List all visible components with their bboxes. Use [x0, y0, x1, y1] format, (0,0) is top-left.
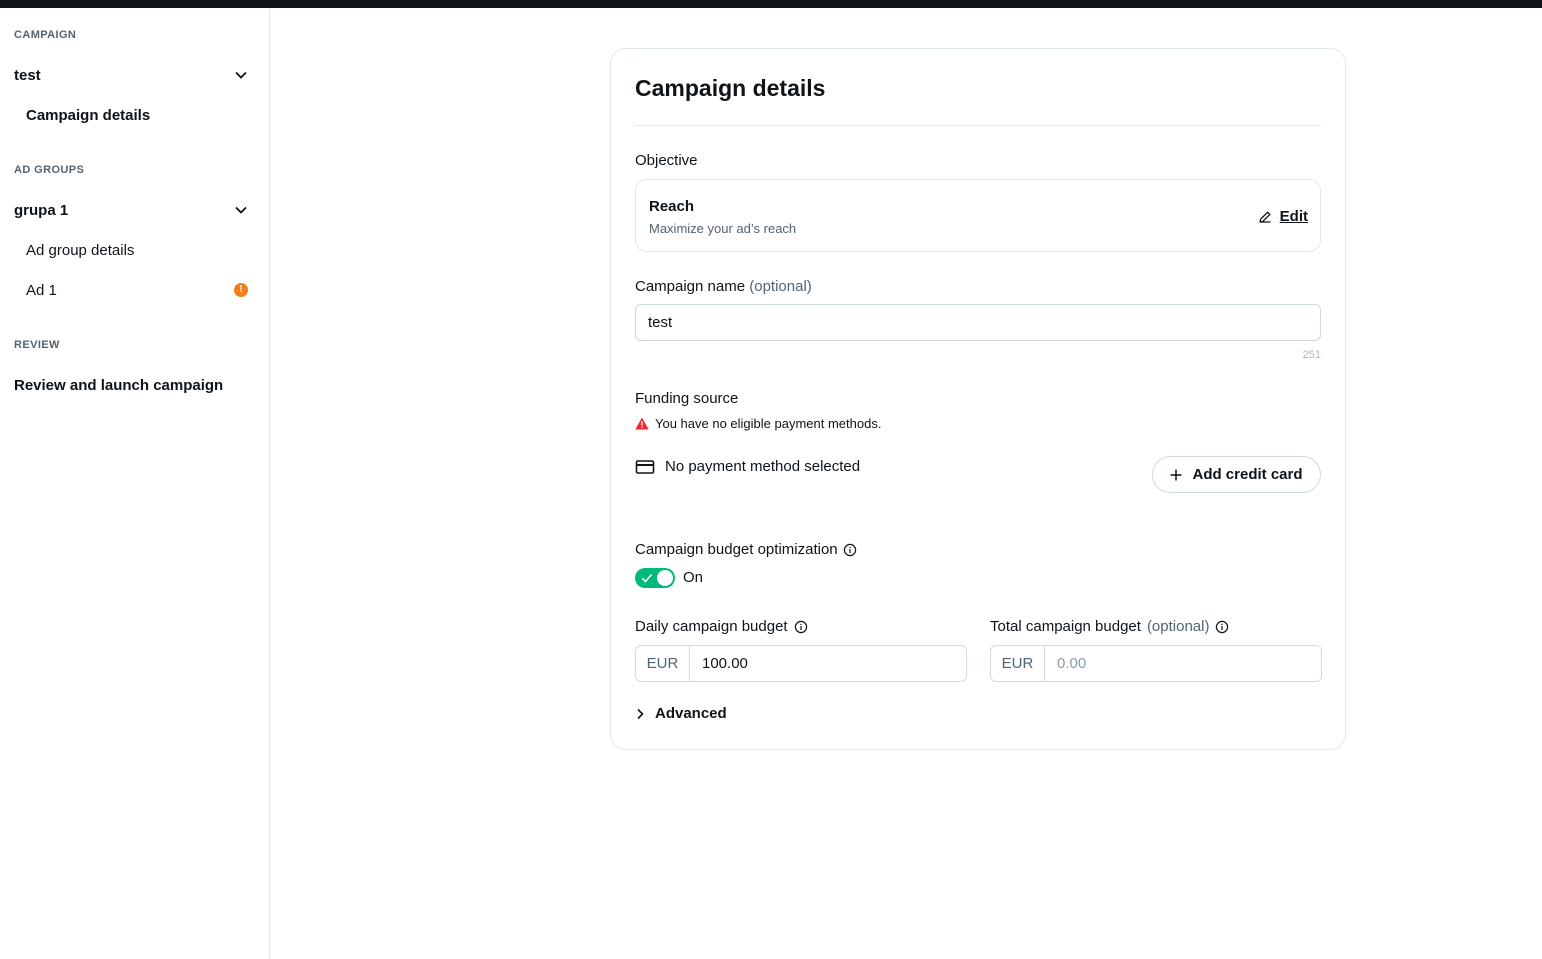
toggle-knob [657, 570, 673, 586]
objective-box: Reach Maximize your ad’s reach Edit [635, 179, 1321, 252]
section-label-ad-groups: AD GROUPS [14, 164, 85, 176]
cbo-label: Campaign budget optimization [635, 541, 857, 558]
sidebar-item-label: Ad group details [26, 241, 135, 259]
info-icon[interactable] [1215, 620, 1229, 634]
info-icon[interactable] [843, 543, 857, 557]
funding-source-label: Funding source [635, 390, 739, 407]
objective-description: Maximize your ad’s reach [649, 221, 797, 236]
section-label-campaign: CAMPAIGN [14, 29, 77, 41]
top-bar [0, 0, 1542, 8]
campaign-name-input[interactable] [635, 304, 1321, 341]
campaign-name-label-text: Campaign name [635, 278, 746, 295]
campaign-name-field-label: Campaign name (optional) [635, 278, 812, 295]
sidebar-item-adgroup[interactable]: grupa 1 [0, 192, 269, 228]
chevron-down-icon[interactable] [234, 203, 248, 217]
section-label-review: REVIEW [14, 339, 60, 351]
adgroup-name-label: grupa 1 [14, 201, 69, 219]
cbo-label-text: Campaign budget optimization [635, 541, 838, 558]
sidebar-item-label: Review and launch campaign [14, 376, 224, 394]
cbo-toggle[interactable] [635, 568, 675, 588]
alert-triangle-icon [635, 417, 649, 430]
optional-label: (optional) [1146, 618, 1210, 635]
char-counter: 251 [1302, 349, 1321, 361]
add-credit-card-label: Add credit card [1192, 466, 1303, 483]
funding-warning: You have no eligible payment methods. [635, 416, 881, 431]
divider [635, 125, 1321, 126]
sidebar-item-adgroup-details[interactable]: Ad group details [0, 232, 269, 268]
chevron-right-icon [637, 708, 644, 719]
funding-warning-text: You have no eligible payment methods. [655, 416, 882, 431]
sidebar-item-label: Ad 1 [26, 281, 57, 299]
check-icon [641, 573, 653, 583]
add-credit-card-button[interactable]: Add credit card [1152, 456, 1321, 493]
currency-label: EUR [991, 646, 1045, 681]
sidebar: CAMPAIGN test Campaign details AD GROUPS… [0, 8, 270, 959]
daily-budget-label: Daily campaign budget [635, 618, 808, 635]
payment-status-text: No payment method selected [665, 458, 861, 475]
sidebar-item-label: Campaign details [26, 106, 151, 124]
advanced-toggle[interactable]: Advanced [635, 705, 727, 722]
edit-objective-button[interactable]: Edit [1258, 208, 1308, 225]
payment-method-status: No payment method selected [635, 458, 860, 475]
campaign-name-label: test [14, 66, 41, 84]
warning-badge-icon: ! [234, 283, 248, 297]
campaign-details-card: Campaign details Objective Reach Maximiz… [610, 48, 1346, 750]
total-budget-field: EUR [990, 645, 1322, 682]
daily-budget-field: EUR [635, 645, 967, 682]
chevron-down-icon[interactable] [234, 68, 248, 82]
sidebar-item-review[interactable]: Review and launch campaign [0, 367, 269, 403]
objective-label: Objective [635, 152, 698, 169]
sidebar-item-campaign-details[interactable]: Campaign details [0, 97, 269, 133]
total-budget-input[interactable] [1045, 646, 1321, 681]
info-icon[interactable] [794, 620, 808, 634]
pencil-icon [1259, 211, 1271, 223]
optional-label: (optional) [749, 278, 812, 295]
total-budget-label: Total campaign budget (optional) [990, 618, 1229, 635]
advanced-label: Advanced [655, 705, 727, 722]
credit-card-icon [635, 459, 655, 474]
edit-label: Edit [1279, 208, 1308, 225]
currency-label: EUR [636, 646, 690, 681]
total-budget-label-text: Total campaign budget [990, 618, 1141, 635]
page-title: Campaign details [635, 75, 826, 101]
daily-budget-label-text: Daily campaign budget [635, 618, 788, 635]
sidebar-item-campaign[interactable]: test [0, 57, 269, 93]
objective-name: Reach [649, 198, 695, 215]
daily-budget-input[interactable] [690, 646, 966, 681]
cbo-state-text: On [683, 569, 704, 586]
plus-icon [1170, 469, 1182, 480]
sidebar-item-ad[interactable]: Ad 1 ! [0, 272, 269, 308]
